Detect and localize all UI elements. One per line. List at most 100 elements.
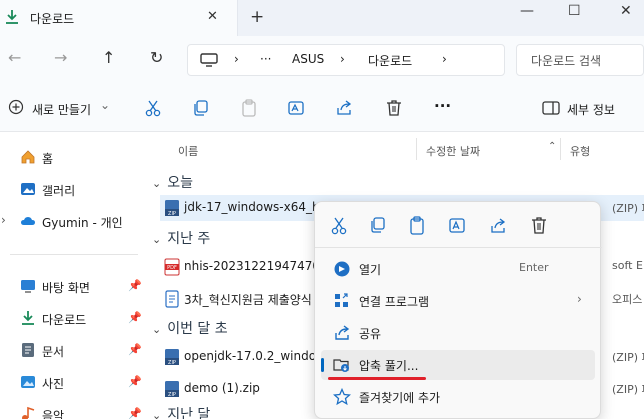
breadcrumb-ellipsis[interactable]: ···	[260, 52, 271, 66]
sidebar-item-label: Gyumin - 개인	[42, 216, 123, 230]
submenu-arrow-icon: ›	[577, 292, 582, 306]
expand-chevron-icon[interactable]: ›	[1, 213, 6, 227]
details-pane-icon[interactable]	[542, 101, 560, 115]
desktop-icon	[21, 280, 35, 293]
pdf-file-icon: PDF	[164, 258, 180, 276]
group-header-last-week[interactable]: ⌄ 지난 주	[152, 228, 210, 248]
sidebar-item-documents[interactable]: 문서 📌	[0, 339, 146, 363]
download-icon	[6, 10, 18, 24]
new-tab-button[interactable]: +	[250, 7, 264, 27]
zip-file-icon: ZIP	[165, 200, 179, 217]
address-field[interactable]: › ··· ASUS › 다운로드 ›	[187, 44, 505, 76]
breadcrumb-downloads[interactable]: 다운로드	[368, 52, 412, 69]
collapse-chevron-icon: ⌄	[152, 177, 162, 190]
minimize-button[interactable]: —	[520, 3, 534, 19]
close-window-button[interactable]: ✕	[620, 3, 632, 19]
paste-icon[interactable]	[407, 216, 427, 236]
menu-item-add-to-favorites[interactable]: 즐겨찾기에 추가	[321, 382, 595, 412]
tab-downloads[interactable]: 다운로드 ✕	[0, 0, 238, 36]
sidebar-item-pictures[interactable]: 사진 📌	[0, 371, 146, 395]
group-header-today[interactable]: ⌄ 오늘	[152, 172, 193, 192]
copy-icon[interactable]	[368, 216, 388, 236]
chevron-down-icon[interactable]: ⌄	[100, 98, 110, 112]
breadcrumb-separator: ›	[340, 52, 345, 66]
sidebar-item-music[interactable]: 음악 📌	[0, 403, 146, 419]
pin-icon[interactable]: 📌	[128, 311, 142, 324]
cut-icon[interactable]	[143, 99, 163, 117]
menu-item-extract-all[interactable]: 압축 풀기...	[321, 350, 595, 380]
cloud-icon	[21, 217, 35, 225]
search-input[interactable]: 다운로드 검색	[516, 44, 644, 76]
file-type: (ZIP) 파일	[612, 351, 644, 364]
column-separator[interactable]	[560, 138, 561, 160]
file-name: openjdk-17.0.2_windows	[184, 349, 333, 363]
share-icon[interactable]	[335, 99, 355, 117]
pc-icon	[200, 53, 218, 67]
forward-button[interactable]: →	[54, 48, 67, 67]
sidebar-item-label: 홈	[42, 152, 54, 166]
pin-icon[interactable]: 📌	[128, 375, 142, 388]
collapse-chevron-icon: ⌄	[152, 323, 162, 336]
open-icon	[334, 261, 350, 277]
breadcrumb-asus[interactable]: ASUS	[292, 52, 324, 66]
column-header-modified[interactable]: 수정한 날짜	[426, 143, 480, 159]
pin-icon[interactable]: 📌	[128, 407, 142, 419]
svg-text:PDF: PDF	[167, 265, 177, 271]
new-button[interactable]: 새로 만들기	[32, 101, 91, 118]
column-header-type[interactable]: 유형	[570, 143, 590, 159]
sidebar-item-label: 음악	[42, 409, 65, 419]
file-type: (ZIP) 파일	[612, 383, 644, 396]
menu-item-label: 압축 풀기...	[359, 359, 419, 373]
sidebar-item-desktop[interactable]: 바탕 화면 📌	[0, 275, 146, 299]
open-with-icon	[335, 293, 348, 307]
group-label: 지난 주	[167, 231, 211, 247]
pin-icon[interactable]: 📌	[128, 343, 142, 356]
sidebar-item-downloads[interactable]: 다운로드 📌	[0, 307, 146, 331]
sort-indicator-icon: ⌃	[548, 141, 557, 152]
refresh-button[interactable]: ↻	[150, 48, 163, 67]
delete-icon[interactable]	[384, 99, 404, 117]
document-icon	[22, 343, 34, 357]
close-tab-icon[interactable]: ✕	[207, 9, 218, 24]
menu-item-share[interactable]: 공유	[321, 318, 595, 348]
copy-icon[interactable]	[191, 99, 211, 117]
group-header-earlier-this-month[interactable]: ⌄ 이번 달 초	[152, 318, 228, 338]
file-type: (ZIP) 파일	[612, 202, 644, 215]
navigation-pane: 홈 갤러리 › Gyumin - 개인 바탕 화면 📌 다운로드 📌 문서 📌 …	[0, 132, 146, 419]
star-icon	[333, 388, 351, 406]
more-options-button[interactable]: ···	[434, 97, 451, 115]
maximize-button[interactable]: ☐	[568, 3, 581, 19]
music-icon	[22, 406, 35, 419]
sidebar-item-onedrive[interactable]: › Gyumin - 개인	[0, 210, 146, 234]
rename-icon[interactable]	[448, 216, 468, 236]
back-button[interactable]: ←	[8, 48, 21, 67]
breadcrumb-separator: ›	[442, 52, 447, 66]
menu-item-open[interactable]: 열기 Enter	[321, 254, 595, 284]
group-label: 이번 달 초	[167, 321, 228, 337]
menu-item-open-with[interactable]: 연결 프로그램 ›	[321, 286, 595, 316]
group-header-last-month[interactable]: ⌄ 지난 달	[152, 404, 210, 419]
sidebar-item-label: 다운로드	[42, 313, 87, 327]
sidebar-divider	[10, 254, 138, 255]
up-button[interactable]: ↑	[102, 48, 115, 67]
zip-file-icon: ZIP	[165, 349, 179, 366]
details-button[interactable]: 세부 정보	[567, 101, 615, 118]
column-header-name[interactable]: 이름	[178, 143, 198, 159]
file-type: soft E	[612, 259, 643, 272]
menu-item-shortcut: Enter	[519, 261, 549, 274]
add-circle-icon[interactable]	[8, 99, 24, 115]
rename-icon[interactable]	[287, 99, 307, 117]
sidebar-item-label: 바탕 화면	[42, 281, 90, 295]
sidebar-item-label: 사진	[42, 377, 65, 391]
hwp-file-icon	[165, 290, 179, 308]
sidebar-item-home[interactable]: 홈	[0, 146, 146, 170]
collapse-chevron-icon: ⌄	[152, 233, 162, 246]
share-icon	[335, 325, 350, 340]
delete-icon[interactable]	[529, 216, 549, 236]
cut-icon[interactable]	[329, 216, 349, 236]
pin-icon[interactable]: 📌	[128, 279, 142, 292]
share-icon[interactable]	[489, 216, 509, 236]
sidebar-item-gallery[interactable]: 갤러리	[0, 178, 146, 202]
column-separator[interactable]	[416, 138, 417, 160]
breadcrumb-separator: ›	[234, 52, 239, 66]
